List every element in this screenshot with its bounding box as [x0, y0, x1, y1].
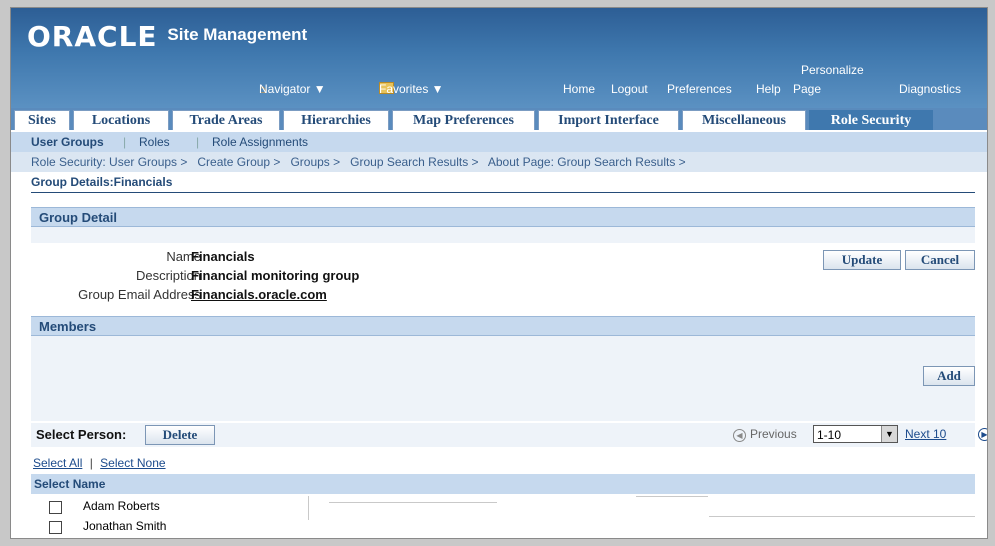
subtab-role-assignments[interactable]: Role Assignments — [212, 132, 308, 152]
description-value: Financial monitoring group — [191, 268, 360, 283]
column-divider — [308, 496, 309, 520]
range-select[interactable]: 1-10 ▼ — [813, 425, 898, 443]
browser-frame: ORACLE Site Management Personalize ⌂ Navi… — [10, 7, 988, 539]
previous-arrow-icon: ◀ — [733, 429, 746, 442]
next-link[interactable]: Next 10 — [905, 427, 946, 441]
home-link[interactable]: Home — [563, 82, 595, 96]
row-checkbox[interactable] — [49, 521, 62, 534]
dropdown-arrow-icon: ▼ — [881, 426, 897, 442]
table-row: Adam Roberts — [31, 497, 975, 517]
tab-map-preferences[interactable]: Map Preferences — [392, 110, 535, 130]
subtab-user-groups[interactable]: User Groups — [31, 132, 104, 152]
preferences-link[interactable]: Preferences — [667, 82, 732, 96]
tab-sites[interactable]: Sites — [14, 110, 70, 130]
subtab-bar: User Groups | Roles | Role Assignments — [11, 132, 987, 152]
select-links-separator: | — [89, 456, 93, 470]
group-detail-band — [31, 227, 975, 243]
tab-hierarchies[interactable]: Hierarchies — [283, 110, 389, 130]
tab-miscellaneous[interactable]: Miscellaneous — [682, 110, 806, 130]
tab-import-interface[interactable]: Import Interface — [538, 110, 679, 130]
select-all-link[interactable]: Select All — [33, 456, 82, 470]
table-row: Jonathan Smith — [31, 517, 975, 537]
subtab-separator: | — [196, 135, 200, 149]
row-divider — [329, 502, 497, 503]
logout-link[interactable]: Logout — [611, 82, 648, 96]
navigator-label: Navigator ▼ — [259, 82, 326, 96]
members-band — [31, 336, 975, 421]
row-checkbox[interactable] — [49, 501, 62, 514]
row-divider — [636, 496, 708, 497]
breadcrumb: Role Security: User Groups > Create Grou… — [11, 152, 987, 172]
diagnostics-link[interactable]: Diagnostics — [899, 82, 961, 96]
subtab-roles[interactable]: Roles — [139, 132, 170, 152]
update-button[interactable]: Update — [823, 250, 901, 270]
row-name: Adam Roberts — [83, 499, 160, 513]
app-title: Site Management — [167, 25, 308, 44]
favorites-label: Favorites ▼ — [379, 82, 444, 96]
help-link[interactable]: Help — [756, 82, 781, 96]
tab-trade-areas[interactable]: Trade Areas — [172, 110, 280, 130]
breadcrumb-text[interactable]: Role Security: User Groups > Create Grou… — [31, 155, 686, 169]
email-label: Group Email Address — [78, 287, 201, 302]
select-person-label: Select Person: — [36, 427, 127, 442]
page-link[interactable]: Page — [793, 82, 821, 96]
cancel-button[interactable]: Cancel — [905, 250, 975, 270]
column-header: Select Name — [31, 474, 975, 494]
brand: ORACLE Site Management — [27, 20, 307, 53]
row-name: Jonathan Smith — [83, 519, 167, 533]
previous-link: ◀ Previous — [733, 427, 797, 442]
app-header: ORACLE Site Management Personalize ⌂ Navi… — [11, 8, 987, 108]
personalize-link[interactable]: Personalize — [801, 63, 864, 77]
subtab-separator: | — [123, 135, 127, 149]
members-header: Members — [31, 316, 975, 336]
add-button[interactable]: Add — [923, 366, 975, 386]
group-detail-header: Group Detail — [31, 207, 975, 227]
email-link[interactable]: Financials.oracle.com — [191, 287, 327, 302]
select-none-link[interactable]: Select None — [100, 456, 165, 470]
tab-role-security[interactable]: Role Security — [809, 110, 933, 130]
personalize-label: Personalize — [801, 63, 864, 77]
next-arrow-icon[interactable]: ▶ — [978, 428, 987, 441]
oracle-logo: ORACLE — [27, 20, 158, 53]
page-title: Group Details:Financials — [31, 175, 173, 189]
select-person-bar: Select Person: Delete ◀ Previous 1-10 ▼ N… — [31, 423, 987, 447]
title-divider — [31, 192, 975, 193]
select-links: Select All | Select None — [33, 456, 166, 470]
tab-bar: Sites Locations Trade Areas Hierarchies … — [11, 108, 987, 130]
previous-label: Previous — [750, 427, 797, 441]
row-divider — [709, 516, 975, 517]
range-value: 1-10 — [817, 428, 842, 442]
name-value: Financials — [191, 249, 255, 264]
delete-button[interactable]: Delete — [145, 425, 215, 445]
tab-locations[interactable]: Locations — [73, 110, 169, 130]
